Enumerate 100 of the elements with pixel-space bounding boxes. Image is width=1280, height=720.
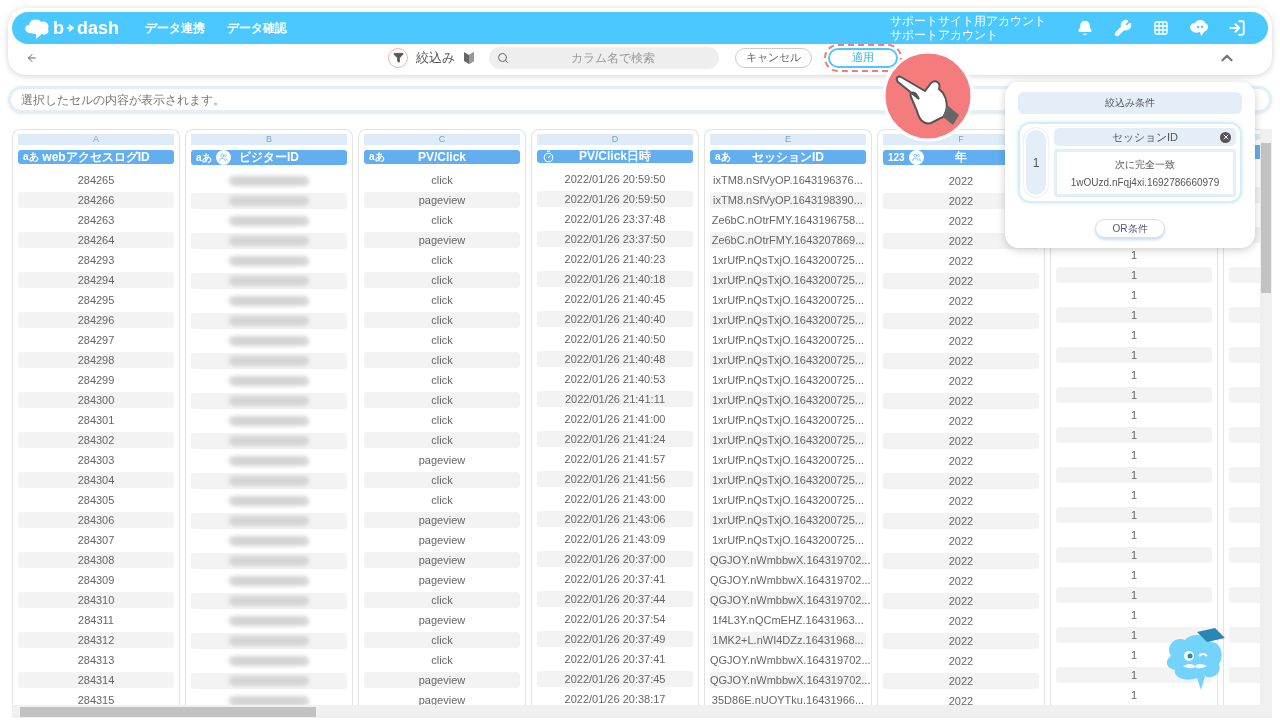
close-icon[interactable] bbox=[1220, 131, 1231, 143]
table-cell: 1 bbox=[1056, 347, 1212, 363]
filter-label: 絞込み bbox=[416, 48, 455, 67]
or-condition-button[interactable]: OR条件 bbox=[1095, 219, 1165, 238]
table-cell: 2022/01/26 20:37:49 bbox=[537, 631, 693, 647]
table-cell: 284302 bbox=[18, 432, 174, 448]
nav-link[interactable]: データ確認 bbox=[227, 19, 287, 37]
table-cell-text: 2022 bbox=[947, 414, 975, 429]
table-cell: 2022/01/26 20:37:44 bbox=[537, 591, 693, 607]
table-cell-text: 1xrUfP.nQsTxjO.1643200725... bbox=[710, 293, 866, 308]
table-cell-text: pageview bbox=[417, 573, 467, 588]
column-header[interactable]: aあ PV/Click bbox=[364, 150, 520, 164]
table-cell-text: 1 bbox=[1129, 568, 1139, 583]
table-cell: 2022/01/26 21:41:56 bbox=[537, 471, 693, 487]
table-cell: 2022/01/26 21:40:18 bbox=[537, 271, 693, 287]
table-cell: 2022/01/26 23:37:50 bbox=[537, 231, 693, 247]
table-cell: click bbox=[364, 352, 520, 368]
table-cell: 2022/01/26 20:37:00 bbox=[537, 551, 693, 567]
table-cell-text: 1 bbox=[1129, 688, 1139, 703]
table-cell: 284304 bbox=[18, 472, 174, 488]
table-cell-text: 2022 bbox=[947, 294, 975, 309]
table-cell-text: 2022/01/26 21:40:50 bbox=[563, 332, 667, 347]
table-cell: 284298 bbox=[18, 352, 174, 368]
table-cell: 2022/01/26 21:43:06 bbox=[537, 511, 693, 527]
table-cell-text: 2022 bbox=[947, 614, 975, 629]
logo-text: b bbox=[53, 17, 64, 39]
table-cell: 2022 bbox=[883, 273, 1039, 289]
table-cell: 1 bbox=[1056, 467, 1212, 483]
table-cell-text: 1 bbox=[1129, 488, 1139, 503]
type-mark: aあ bbox=[715, 150, 731, 164]
table-cell: ixTM8.nSfVyOP.1643198390... bbox=[710, 192, 866, 208]
table-cell-text: 2022/01/26 20:37:41 bbox=[563, 652, 667, 667]
table-cell: 1 bbox=[1056, 427, 1212, 443]
column-header[interactable]: aあ ビジターID bbox=[191, 150, 347, 165]
table-cell: 2022/01/26 20:37:45 bbox=[537, 671, 693, 687]
table-cell-text: 2022/01/26 21:41:57 bbox=[563, 452, 667, 467]
table-cell: 2022/01/26 21:41:24 bbox=[537, 431, 693, 447]
table-cell-text: 2022/01/26 20:37:54 bbox=[563, 612, 667, 627]
table-cell: 2022/01/26 21:40:40 bbox=[537, 311, 693, 327]
table-cell: Ze6bC.nOtrFMY.1643207869... bbox=[710, 232, 866, 248]
table-cell: click bbox=[364, 632, 520, 648]
table-cell: 2022 bbox=[883, 673, 1039, 689]
table-cell: click bbox=[364, 312, 520, 328]
table-cell: 284296 bbox=[18, 312, 174, 328]
table-cell-text: pageview bbox=[417, 453, 467, 468]
table-cell-text: 1 bbox=[1129, 368, 1139, 383]
column-letter: B bbox=[191, 134, 347, 145]
back-button[interactable] bbox=[26, 51, 38, 64]
table-cell: 1 bbox=[1056, 547, 1212, 563]
table-cell-text: click bbox=[430, 653, 454, 668]
table-cell-text: 284263 bbox=[76, 213, 116, 228]
beginner-mark-icon[interactable] bbox=[463, 50, 475, 65]
table-cell-text: 2022 bbox=[947, 454, 975, 469]
table-cell-text: 2022 bbox=[947, 694, 975, 705]
table-cell-text: click bbox=[430, 373, 454, 388]
table-cell: pageview bbox=[364, 512, 520, 528]
condition-operator: 次に完全一致 bbox=[1115, 157, 1175, 172]
table-cell-text: 1xrUfP.nQsTxjO.1643200725... bbox=[710, 533, 866, 548]
table-cell: click bbox=[364, 472, 520, 488]
table-cell: click bbox=[364, 432, 520, 448]
nav-link[interactable]: データ連携 bbox=[145, 19, 205, 37]
column-header[interactable]: aあ セッションID bbox=[710, 150, 866, 164]
table-cell: 284306 bbox=[18, 512, 174, 528]
table-cell-text: 284265 bbox=[76, 173, 116, 188]
table-cell-text: 2022 bbox=[947, 574, 975, 589]
table-cell-text: 2022/01/26 21:41:00 bbox=[563, 412, 667, 427]
column-header[interactable]: aあ webアクセスログID bbox=[18, 150, 174, 164]
table-cell: 2022 bbox=[883, 313, 1039, 329]
table-cell-text: 2022 bbox=[947, 534, 975, 549]
table-cell-text: click bbox=[430, 333, 454, 348]
vertical-scrollbar[interactable] bbox=[1260, 129, 1272, 705]
table-cell: 1MK2+L.nWI4DZz.16431968... bbox=[710, 632, 866, 648]
table-cell: 2022 bbox=[883, 633, 1039, 649]
table-cell: pageview bbox=[364, 192, 520, 208]
table-cell-text: 284301 bbox=[76, 413, 116, 428]
table-cell-text: 284293 bbox=[76, 253, 116, 268]
table-cell: 2022 bbox=[883, 553, 1039, 569]
horizontal-scrollbar[interactable] bbox=[12, 705, 1272, 718]
table-cell-text: 2022 bbox=[947, 654, 975, 669]
table-cell: 1 bbox=[1056, 267, 1212, 283]
column-header[interactable]: PV/Click日時 bbox=[537, 150, 693, 163]
type-mark: aあ bbox=[23, 150, 39, 164]
table-cell: 2022 bbox=[883, 393, 1039, 409]
table-cell-text: 2022 bbox=[947, 494, 975, 509]
cancel-button[interactable]: キャンセル bbox=[735, 47, 812, 68]
column-name: セッションID bbox=[1112, 129, 1178, 145]
condition-number: 1 bbox=[1024, 128, 1048, 198]
column-letter: A bbox=[18, 134, 174, 145]
table-cell: 2022 bbox=[883, 513, 1039, 529]
table-cell-text: 2022/01/26 20:37:41 bbox=[563, 572, 667, 587]
table-cell-text: 1 bbox=[1129, 288, 1139, 303]
table-cell: 284312 bbox=[18, 632, 174, 648]
table-cell-text: 2022/01/26 21:40:53 bbox=[563, 372, 667, 387]
type-mark: aあ bbox=[369, 150, 385, 164]
table-cell-text: 2022/01/26 21:43:09 bbox=[563, 532, 667, 547]
table-cell: 2022/01/26 21:40:48 bbox=[537, 351, 693, 367]
table-cell-text: Ze6bC.nOtrFMY.1643196758... bbox=[710, 213, 866, 228]
arrow-icon bbox=[67, 24, 74, 32]
table-cell: 1xrUfP.nQsTxjO.1643200725... bbox=[710, 312, 866, 328]
search-field[interactable]: カラム名で検索 bbox=[489, 46, 719, 69]
